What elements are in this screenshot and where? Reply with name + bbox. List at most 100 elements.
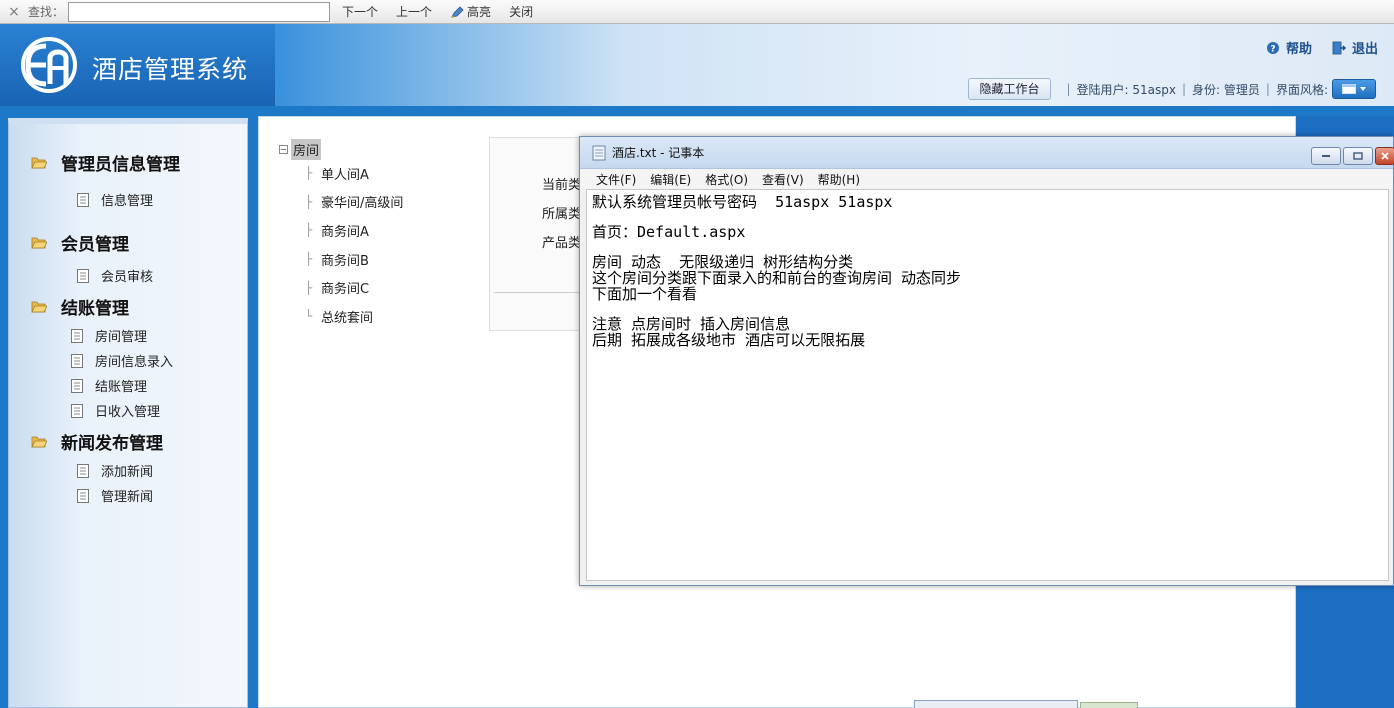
find-highlight-button[interactable]: 高亮	[450, 3, 491, 20]
text-line: 下面加一个看看	[592, 285, 698, 303]
notepad-title: 酒店.txt - 记事本	[612, 146, 705, 160]
find-label: 查找：	[28, 5, 65, 19]
sidebar-group-label: 管理员信息管理	[61, 154, 180, 175]
tree-node-label[interactable]: 豪华间/高级间	[321, 192, 403, 211]
hide-workbench-button[interactable]: 隐藏工作台	[968, 78, 1051, 100]
tree-node-label[interactable]: 商务间B	[321, 250, 369, 269]
document-icon	[71, 353, 83, 368]
menu-format[interactable]: 格式(O)	[705, 171, 748, 188]
theme-dropdown[interactable]	[1332, 79, 1376, 99]
logout-icon[interactable]	[1332, 41, 1346, 55]
highlighter-icon	[451, 5, 464, 18]
user-bar: 隐藏工作台 | 登陆用户: 51aspx | 身份: 管理员 | 界面风格:	[968, 78, 1376, 100]
sidebar-group-news: 新闻发布管理 添加新闻 管理新闻	[9, 429, 247, 508]
tree-node[interactable]: ├ 商务间C	[279, 273, 403, 302]
document-icon	[77, 463, 89, 478]
tree-connector-icon: ├	[305, 252, 313, 267]
sidebar-item-label: 日收入管理	[95, 405, 161, 420]
find-input[interactable]	[68, 1, 331, 22]
document-icon	[77, 488, 89, 503]
tree-node[interactable]: ├ 豪华间/高级间	[279, 188, 403, 217]
minimize-button[interactable]	[1311, 147, 1341, 165]
tree-node[interactable]: ├ 单人间A	[279, 159, 403, 188]
sidebar-item-room-manage[interactable]: 房间管理	[9, 323, 247, 348]
menu-edit[interactable]: 编辑(E)	[650, 171, 691, 188]
sidebar-group-title[interactable]: 管理员信息管理	[9, 150, 247, 175]
logout-link[interactable]: 退出	[1352, 38, 1378, 57]
login-user: 登陆用户: 51aspx	[1076, 82, 1176, 97]
help-icon[interactable]: ?	[1266, 41, 1280, 55]
close-button[interactable]	[1375, 147, 1394, 165]
notepad-window[interactable]: 酒店.txt - 记事本 文件(F) 编辑(E) 格式(O) 查看(V) 帮助(…	[579, 136, 1394, 586]
menu-view[interactable]: 查看(V)	[762, 171, 804, 188]
maximize-icon	[1353, 152, 1363, 160]
sidebar-group-member: 会员管理 会员审核	[9, 230, 247, 288]
sidebar-group-title[interactable]: 新闻发布管理	[9, 429, 247, 454]
tree-node[interactable]: └ 总统套间	[279, 302, 403, 331]
sidebar-item-add-news[interactable]: 添加新闻	[9, 458, 247, 483]
sidebar-item-label: 信息管理	[101, 194, 154, 209]
sidebar-group-admin: 管理员信息管理 信息管理	[9, 150, 247, 212]
taskbar-item[interactable]	[914, 700, 1078, 708]
notepad-titlebar[interactable]: 酒店.txt - 记事本	[580, 137, 1394, 169]
notepad-menubar: 文件(F) 编辑(E) 格式(O) 查看(V) 帮助(H)	[580, 169, 1393, 189]
sidebar-group-title[interactable]: 结账管理	[9, 294, 247, 319]
text-line: 注意 点房间时 插入房间信息	[592, 315, 791, 333]
sidebar-item-manage-news[interactable]: 管理新闻	[9, 483, 247, 508]
tree-node-label[interactable]: 单人间A	[321, 164, 369, 183]
parent-category-label: 所属类	[542, 207, 582, 222]
folder-open-icon	[31, 237, 47, 248]
text-line: 房间 动态 无限级递归 树形结构分类	[592, 253, 854, 271]
menu-help[interactable]: 帮助(H)	[818, 171, 860, 188]
product-category-label: 产品类	[542, 236, 582, 251]
system-title: 酒店管理系统	[92, 55, 249, 84]
maximize-button[interactable]	[1343, 147, 1373, 165]
collapse-icon[interactable]: −	[279, 144, 288, 154]
chevron-down-icon	[1360, 87, 1366, 91]
sidebar: 管理员信息管理 信息管理 会员管理 会员审核 结账管理 房间管理 房间信息录入	[8, 118, 248, 708]
minimize-icon	[1322, 155, 1330, 157]
menu-file[interactable]: 文件(F)	[596, 171, 636, 188]
sidebar-group-label: 会员管理	[61, 234, 129, 255]
notepad-icon	[592, 145, 606, 160]
help-link[interactable]: 帮助	[1286, 38, 1312, 57]
sidebar-item-label: 结账管理	[95, 380, 148, 395]
sidebar-item-info-manage[interactable]: 信息管理	[9, 187, 247, 212]
room-tree: − 房间 ├ 单人间A ├ 豪华间/高级间 ├ 商务间A ├ 商务间B ├ 商务间C └ 总…	[279, 138, 403, 331]
tree-node[interactable]: ├ 商务间A	[279, 216, 403, 245]
find-prev-button[interactable]: 上一个	[396, 3, 432, 20]
close-icon	[1381, 152, 1389, 160]
text-line: 首页：Default.aspx	[592, 223, 746, 241]
tree-node-label[interactable]: 商务间C	[321, 278, 369, 297]
taskbar-item[interactable]	[1080, 702, 1138, 708]
sidebar-group-checkout: 结账管理 房间管理 房间信息录入 结账管理 日收入管理	[9, 294, 247, 423]
svg-text:?: ?	[1270, 44, 1275, 54]
document-icon	[77, 192, 89, 207]
find-close-icon[interactable]: ×	[0, 4, 28, 20]
current-category-label: 当前类	[542, 178, 582, 193]
tree-connector-icon: ├	[305, 223, 313, 238]
sidebar-item-daily-income[interactable]: 日收入管理	[9, 398, 247, 423]
document-icon	[77, 268, 89, 283]
theme-label: 界面风格:	[1275, 82, 1328, 97]
sidebar-item-member-review[interactable]: 会员审核	[9, 263, 247, 288]
window-controls	[1311, 147, 1394, 165]
tree-root-label[interactable]: 房间	[291, 138, 322, 160]
tree-root[interactable]: − 房间	[279, 138, 403, 160]
find-next-button[interactable]: 下一个	[342, 3, 378, 20]
document-icon	[71, 403, 83, 418]
tree-node[interactable]: ├ 商务间B	[279, 245, 403, 274]
sidebar-item-checkout-manage[interactable]: 结账管理	[9, 373, 247, 398]
sidebar-group-title[interactable]: 会员管理	[9, 230, 247, 255]
sidebar-item-room-info-entry[interactable]: 房间信息录入	[9, 348, 247, 373]
logo-area: 酒店管理系统	[0, 24, 275, 106]
tree-node-label[interactable]: 商务间A	[321, 221, 369, 240]
sidebar-item-label: 会员审核	[101, 270, 154, 285]
find-bar: × 查找： 下一个 上一个 高亮 关闭	[0, 0, 1394, 24]
sidebar-item-label: 房间信息录入	[95, 355, 174, 370]
tree-node-label[interactable]: 总统套间	[321, 307, 373, 326]
notepad-text-area[interactable]: 默认系统管理员帐号密码 51aspx 51aspx 首页：Default.asp…	[586, 189, 1389, 581]
text-line: 后期 拓展成各级地市 酒店可以无限拓展	[592, 331, 866, 349]
window-layout-icon	[1342, 84, 1356, 94]
find-close-button[interactable]: 关闭	[509, 3, 533, 20]
